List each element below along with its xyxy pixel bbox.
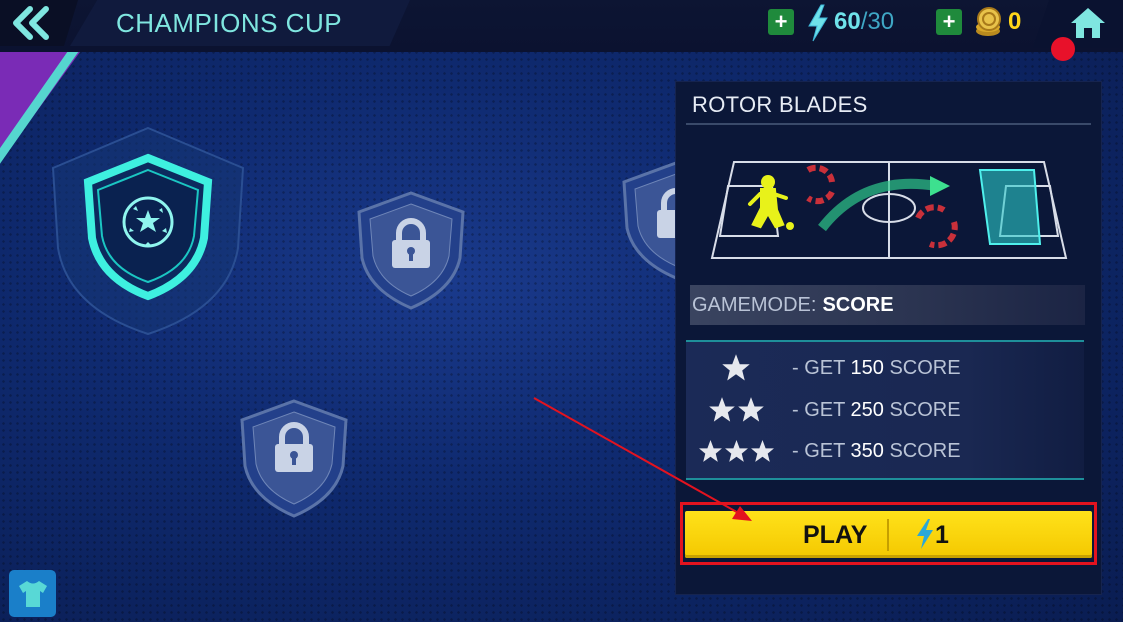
team-kit-button[interactable] <box>9 570 56 617</box>
annotation-arrow <box>533 397 752 521</box>
jersey-icon <box>18 580 47 607</box>
